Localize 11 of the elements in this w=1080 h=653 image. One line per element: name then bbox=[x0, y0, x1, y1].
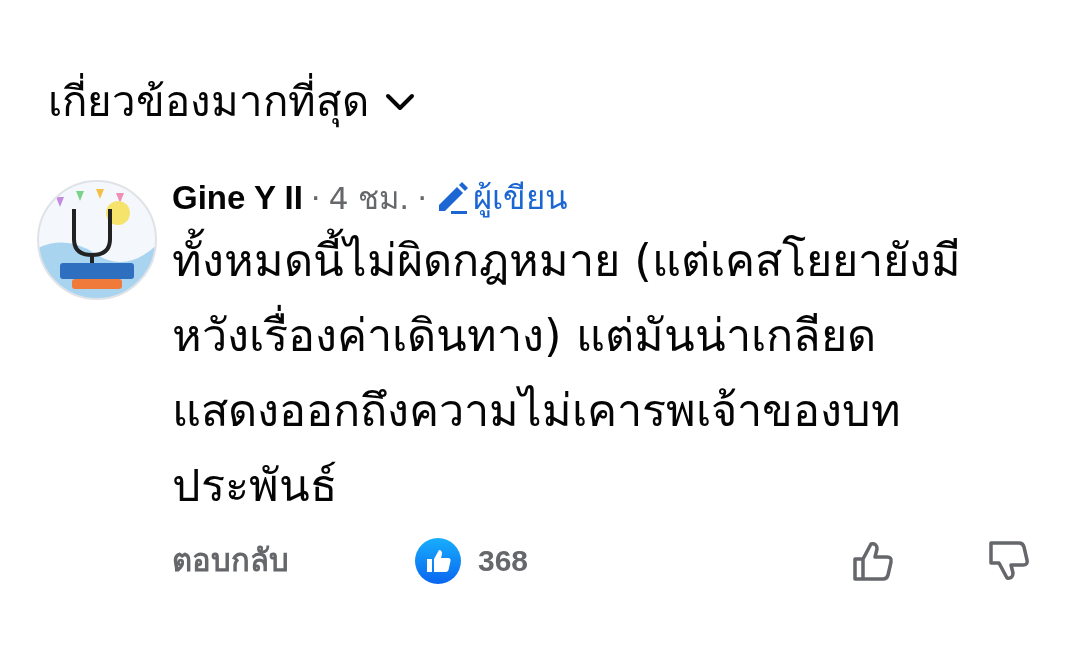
author-name[interactable]: Gine Y II bbox=[172, 173, 303, 223]
comment-text: ทั้งหมดนี้ไม่ผิดกฎหมาย (แต่เคสโยยายังมี หวังเรื่องค่าเดินทาง) แต่มันน่าเกลียด แสดงออกถึงความไม่เคารพเจ้าของบท ประพันธ์ bbox=[172, 222, 1080, 523]
sort-label[interactable]: เกี่ยวข้องมากที่สุด bbox=[48, 70, 369, 133]
chevron-down-icon[interactable] bbox=[385, 91, 415, 112]
reply-link[interactable]: ตอบกลับ bbox=[172, 537, 414, 584]
separator-dot: · bbox=[310, 178, 321, 218]
author-label: ผู้เขียน bbox=[473, 177, 568, 220]
comment-time[interactable]: 4 ชม. bbox=[328, 174, 410, 221]
like-count: 368 bbox=[478, 543, 529, 579]
separator-dot: · bbox=[417, 178, 427, 218]
like-reaction-icon bbox=[414, 536, 462, 585]
